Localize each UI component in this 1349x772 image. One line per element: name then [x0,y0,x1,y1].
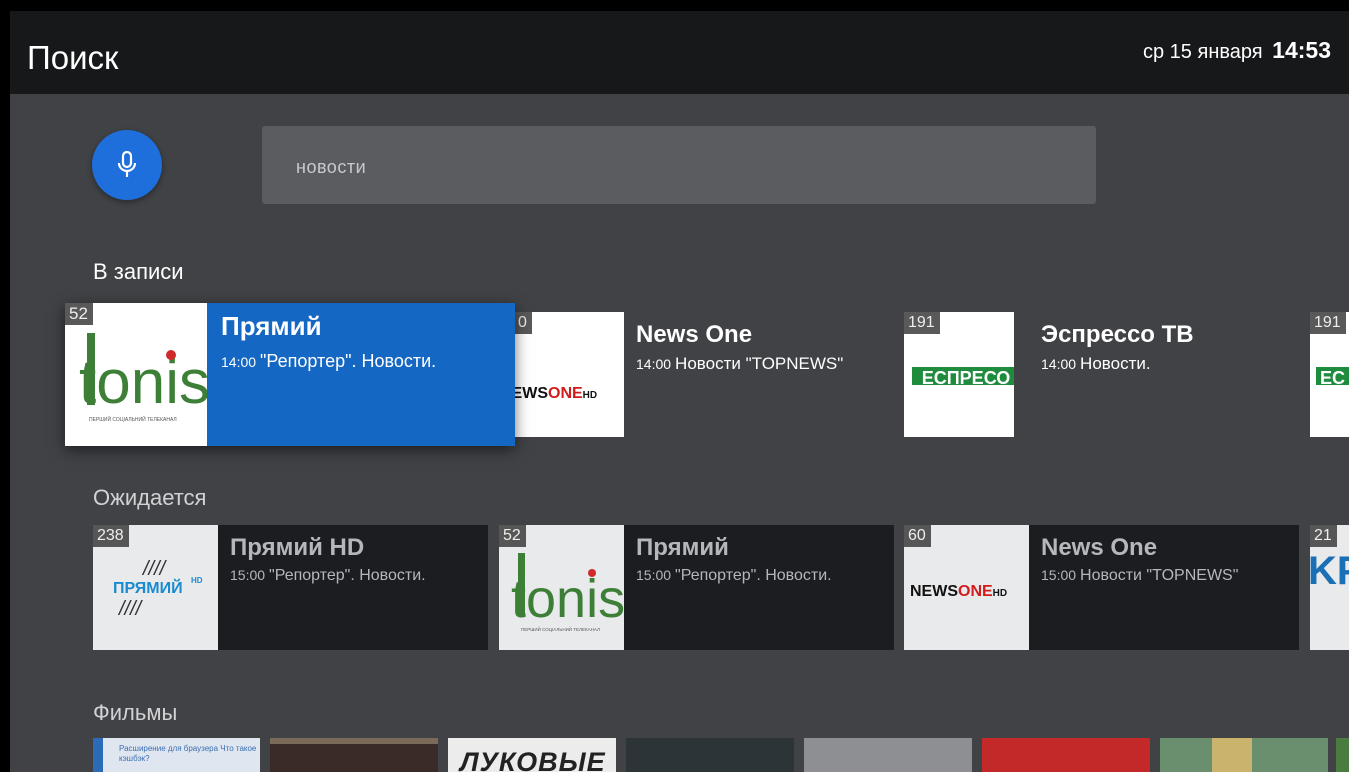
channel-number: 191 [904,312,940,334]
svg-text:ПРЯМИЙ: ПРЯМИЙ [113,578,183,597]
channel-number: 60 [904,525,931,547]
program-info: 14:00 "Репортер". Новости. [221,351,437,371]
program-title: News One [1041,534,1158,561]
program-title: Эспрессо ТВ [1041,321,1194,348]
channel-number: 52 [65,303,93,325]
page-title: Поиск [27,39,119,76]
expected-card-partial[interactable]: KP 21 [1310,525,1349,650]
recorded-card-newsone[interactable]: NEWSONEHD 0 News One 14:00Новости "TOPNE… [488,312,888,437]
recorded-card-partial[interactable]: ЕС 191 [1310,312,1349,437]
recorded-card-espreso[interactable]: ЕСПРЕСО 191 Эспрессо ТВ 14:00 Новости. [904,312,1314,437]
newsone-logo: NEWSONEHD [514,385,598,402]
svg-text:tonis: tonis [511,569,624,629]
program-title: Прямий [221,311,322,341]
expected-card-newsone[interactable]: NEWSONEHD 60 News One 15:00 Новости "TOPN… [904,525,1299,650]
channel-number: 238 [93,525,129,547]
program-info: 15:00 "Репортер". Новости. [230,567,426,584]
svg-text:HD: HD [191,576,203,585]
search-input[interactable]: новости [262,126,1096,204]
film-poster[interactable]: ЛУКОВЫЕ [448,738,616,772]
kr-logo: KP [1310,549,1349,593]
channel-number: 0 [514,312,532,334]
film-poster[interactable] [626,738,794,772]
channel-number: 52 [499,525,526,547]
search-query: новости [296,157,367,177]
channel-number: 191 [1310,312,1346,334]
film-poster[interactable] [1160,738,1328,772]
date-label: ср 15 января [1143,41,1263,63]
top-bar: Поиск ср 15 января 14:53 [10,11,1349,94]
film-poster[interactable] [804,738,972,772]
svg-text:ПЕРШИЙ СОЦІАЛЬНИЙ ТЕЛЕКАНАЛ: ПЕРШИЙ СОЦІАЛЬНИЙ ТЕЛЕКАНАЛ [89,415,177,423]
film-poster[interactable]: Расширение для браузера Что такое кэшбэк… [93,738,260,772]
program-title: News One [636,321,753,348]
program-title: Прямий HD [230,534,365,561]
section-title-recorded: В записи [93,259,184,284]
section-title-films: Фильмы [93,700,178,725]
program-info: 14:00 Новости "TOPNEWS" [636,354,844,373]
recorded-card-pryamiy-focused[interactable]: tonis ПЕРШИЙ СОЦІАЛЬНИЙ ТЕЛЕКАНАЛ 52 Пря… [65,303,515,446]
section-title-expected: Ожидается [93,485,207,510]
program-info: 15:00 Новости "TOPNEWS" [1041,567,1239,584]
espreso-logo: ЕС [1314,365,1349,388]
expected-card-pryamiy[interactable]: tonis ПЕРШИЙ СОЦІАЛЬНИЙ ТЕЛЕКАНАЛ 52 Пря… [499,525,894,650]
voice-search-button[interactable] [92,130,162,200]
svg-text:ПЕРШИЙ СОЦІАЛЬНИЙ ТЕЛЕКАНАЛ: ПЕРШИЙ СОЦІАЛЬНИЙ ТЕЛЕКАНАЛ [521,625,600,632]
tv-screen: Поиск ср 15 января 14:53 новости В запис… [10,11,1349,772]
film-poster[interactable] [270,738,438,772]
svg-text:tonis: tonis [79,348,207,417]
svg-text:////: //// [141,558,168,580]
film-poster[interactable] [982,738,1150,772]
newsone-logo: NEWSONEHD [910,583,1008,600]
clock: ср 15 января 14:53 [1143,37,1331,63]
microphone-icon [117,151,137,177]
channel-number: 21 [1310,525,1337,547]
film-poster[interactable] [1336,738,1349,772]
program-title: Прямий [636,534,729,561]
svg-text:////: //// [117,598,144,620]
time-label: 14:53 [1272,37,1331,63]
expected-card-pryamiy-hd[interactable]: //// ПРЯМИЙ HD //// 238 Прямий HD 15:00 "… [93,525,488,650]
program-info: 14:00 Новости. [1041,354,1151,373]
program-info: 15:00 "Репортер". Новости. [636,567,832,584]
espreso-logo: ЕСПРЕСО [910,365,1014,388]
